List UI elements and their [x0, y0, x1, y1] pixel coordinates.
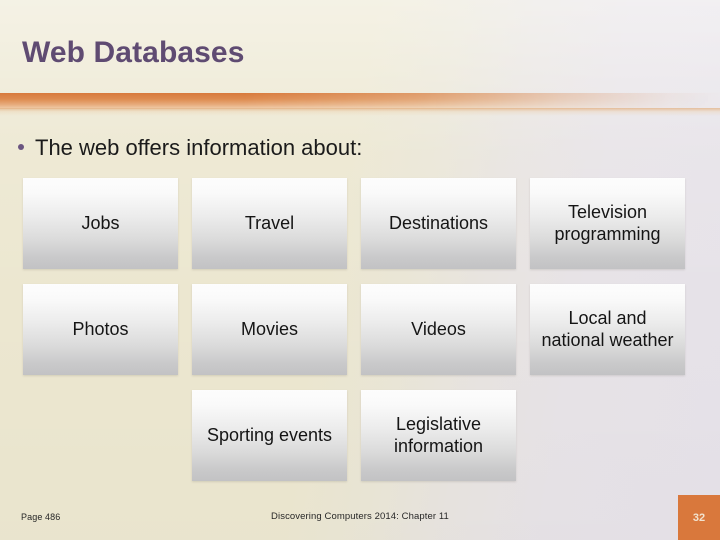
category-box-videos: Videos — [361, 284, 516, 375]
bullet-item-label: The web offers information about: — [35, 135, 363, 160]
grid-cell: Local and national weather — [530, 284, 685, 375]
grid-cell: Videos — [361, 284, 516, 375]
bullet-list-item: The web offers information about: — [18, 135, 362, 161]
grid-cell: Destinations — [361, 178, 516, 269]
grid-cell-empty — [530, 390, 685, 481]
information-category-grid: Jobs Travel Destinations Television prog… — [23, 178, 685, 481]
category-box-jobs: Jobs — [23, 178, 178, 269]
category-box-destinations: Destinations — [361, 178, 516, 269]
slide-number-badge: 32 — [678, 495, 720, 540]
grid-cell-empty — [23, 390, 178, 481]
grid-cell: Photos — [23, 284, 178, 375]
category-box-local-and-national-weather: Local and national weather — [530, 284, 685, 375]
category-box-travel: Travel — [192, 178, 347, 269]
category-box-legislative-information: Legislative information — [361, 390, 516, 481]
grid-cell: Jobs — [23, 178, 178, 269]
grid-cell: Movies — [192, 284, 347, 375]
grid-cell: Legislative information — [361, 390, 516, 481]
slide-canvas: Web Databases The web offers information… — [0, 0, 720, 540]
grid-cell: Travel — [192, 178, 347, 269]
footer-source-text: Discovering Computers 2014: Chapter 11 — [271, 511, 449, 522]
category-box-empty-right — [530, 390, 685, 481]
page-title: Web Databases — [22, 36, 245, 69]
category-box-television-programming: Television programming — [530, 178, 685, 269]
category-box-movies: Movies — [192, 284, 347, 375]
grid-cell: Television programming — [530, 178, 685, 269]
bullet-dot-icon — [18, 144, 24, 150]
category-box-sporting-events: Sporting events — [192, 390, 347, 481]
category-box-photos: Photos — [23, 284, 178, 375]
divider-fade — [0, 108, 720, 116]
divider-orange-bar — [0, 93, 720, 109]
grid-cell: Sporting events — [192, 390, 347, 481]
category-box-empty-left — [23, 390, 178, 481]
title-divider — [0, 93, 720, 116]
